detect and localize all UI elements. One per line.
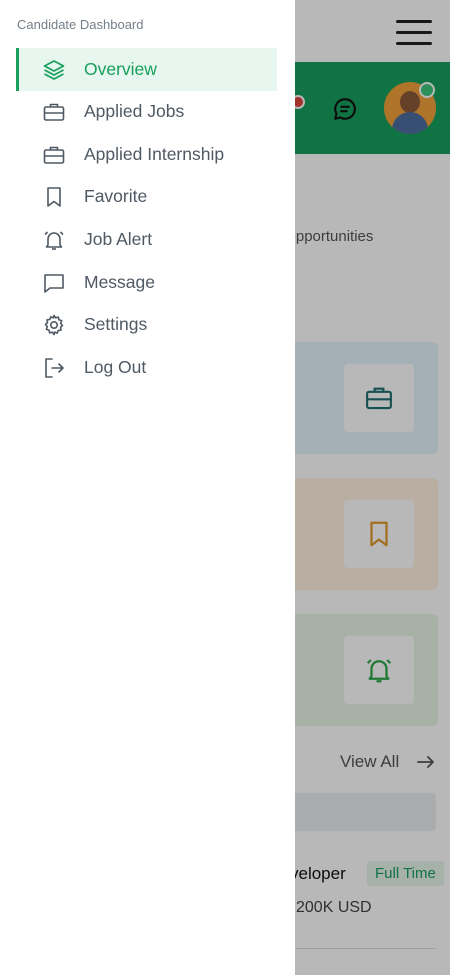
- nav-label: Applied Internship: [84, 144, 225, 164]
- drawer-title: Candidate Dashboard: [17, 17, 144, 32]
- bell-icon: [44, 231, 64, 250]
- nav-label: Settings: [84, 314, 148, 334]
- briefcase-icon: [43, 103, 65, 121]
- nav-item-job-alert[interactable]: Job Alert: [16, 218, 277, 261]
- nav-item-overview[interactable]: Overview: [16, 48, 277, 91]
- gear-icon: [44, 314, 64, 336]
- briefcase-icon: [43, 146, 65, 164]
- layers-icon: [43, 60, 65, 80]
- logout-icon: [45, 358, 64, 378]
- nav-label: Log Out: [84, 357, 147, 377]
- nav-item-applied-internship[interactable]: Applied Internship: [16, 133, 277, 176]
- nav-label: Job Alert: [84, 229, 153, 249]
- nav-item-log-out[interactable]: Log Out: [16, 346, 277, 389]
- message-icon: [44, 274, 64, 293]
- bookmark-icon: [47, 187, 61, 207]
- nav-label: Message: [84, 272, 156, 292]
- nav-item-message[interactable]: Message: [16, 261, 277, 304]
- nav-label: Overview: [84, 59, 157, 79]
- nav-item-applied-jobs[interactable]: Applied Jobs: [16, 90, 277, 133]
- navigation-drawer: Candidate Dashboard Overview Applied Job…: [0, 0, 295, 975]
- nav-item-settings[interactable]: Settings: [16, 303, 277, 346]
- nav-label: Favorite: [84, 186, 148, 206]
- nav-item-favorite[interactable]: Favorite: [16, 175, 277, 218]
- nav-label: Applied Jobs: [84, 101, 185, 121]
